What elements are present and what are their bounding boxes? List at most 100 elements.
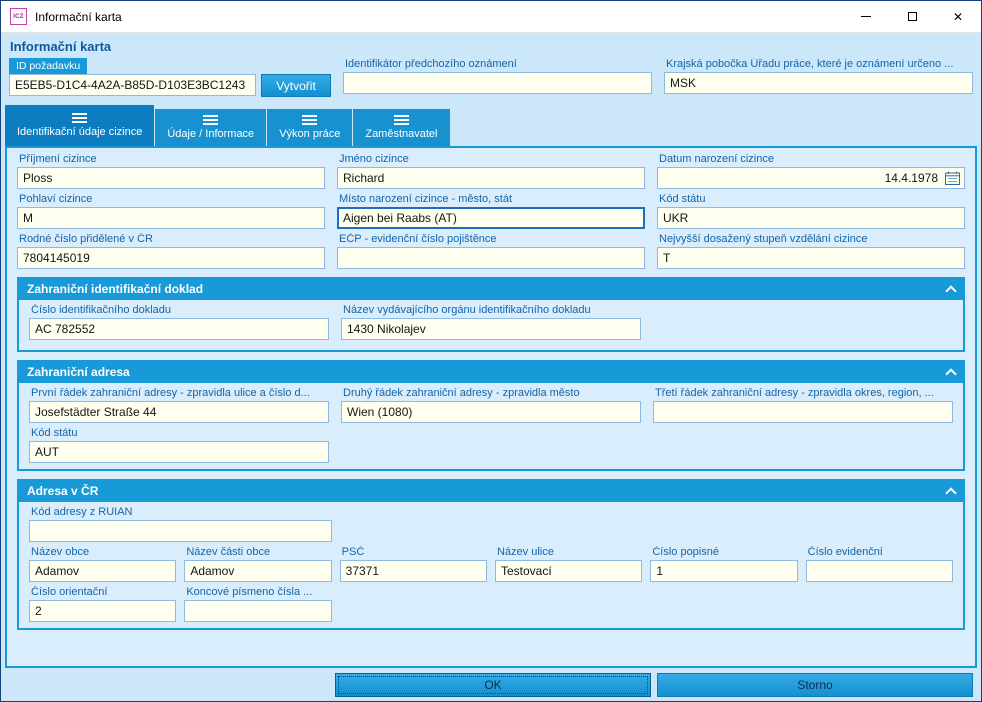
collapse-chevron-icon[interactable]: [945, 284, 957, 297]
pohlavi-field: Pohlaví cizince: [17, 193, 325, 229]
tab-content: Příjmení cizince Jméno cizince Datum nar…: [5, 146, 977, 668]
predchozi-oznameni-input[interactable]: [343, 72, 652, 94]
id-pozadavku-input[interactable]: [9, 74, 256, 96]
ulice-input[interactable]: [494, 560, 643, 582]
ruian-label: Kód adresy z RUIAN: [31, 506, 133, 518]
krajska-pobocka-input[interactable]: [664, 72, 973, 94]
psc-input[interactable]: [339, 560, 487, 582]
rodne-cislo-field: Rodné číslo přidělené v ČR: [17, 233, 325, 269]
adresa-radek1-label: První řádek zahraniční adresy - zpravidl…: [31, 387, 310, 399]
list-icon: [203, 115, 219, 125]
nazev-organu-field: Název vydávajícího orgánu identifikačníh…: [341, 304, 641, 340]
rodne-cislo-input[interactable]: [17, 247, 325, 269]
close-icon: ✕: [952, 9, 964, 24]
predchozi-oznameni-field: Identifikátor předchozího oznámení: [343, 58, 652, 97]
datum-narozeni-label: Datum narození cizince: [659, 153, 774, 165]
misto-narozeni-input[interactable]: [337, 207, 645, 229]
collapse-chevron-icon[interactable]: [945, 367, 957, 380]
ok-button[interactable]: OK: [335, 673, 651, 697]
cislo-popisne-input[interactable]: [650, 560, 798, 582]
tab-label: Výkon práce: [279, 128, 341, 140]
ecp-input[interactable]: [337, 247, 645, 269]
zahranicni-kod-statu-field: Kód státu: [29, 427, 329, 463]
koncove-pismeno-field: Koncové písmeno čísla ...: [184, 586, 332, 622]
form-row-3: Rodné číslo přidělené v ČR EČP - evidenč…: [17, 233, 965, 269]
page-title: Informační karta: [10, 39, 112, 54]
zahranicni-kod-statu-label: Kód státu: [31, 427, 78, 439]
cislo-orientacni-input[interactable]: [29, 600, 177, 622]
close-button[interactable]: ✕: [935, 1, 981, 32]
adresa-radek1-input[interactable]: [29, 401, 329, 423]
id-pozadavku-label: ID požadavku: [9, 58, 88, 74]
cast-obce-input[interactable]: [184, 560, 332, 582]
section-title: Zahraniční adresa: [27, 365, 130, 379]
prijmeni-field: Příjmení cizince: [17, 153, 325, 189]
vzdelani-input[interactable]: [657, 247, 965, 269]
calendar-icon[interactable]: [945, 171, 960, 185]
maximize-button[interactable]: [889, 1, 935, 32]
section-zahranicni-adresa: Zahraniční adresa První řádek zahraniční…: [17, 360, 965, 471]
datum-narozeni-input[interactable]: [657, 167, 965, 189]
footer-buttons: OK Storno: [5, 668, 977, 697]
ecp-field: EČP - evidenční číslo pojištěnce: [337, 233, 645, 269]
app-logo-text: ICZ: [13, 13, 24, 20]
pohlavi-label: Pohlaví cizince: [19, 193, 93, 205]
krajska-pobocka-label: Krajská pobočka Úřadu práce, které je oz…: [666, 58, 954, 70]
form-row-1: Příjmení cizince Jméno cizince Datum nar…: [17, 153, 965, 189]
tab-vykon-prace[interactable]: Výkon práce: [267, 109, 353, 146]
cislo-dokladu-input[interactable]: [29, 318, 329, 340]
id-pozadavku-group: ID požadavku Vytvořit: [9, 58, 331, 97]
vytvorit-button[interactable]: Vytvořit: [261, 74, 331, 97]
section-adresa-cr: Adresa v ČR Kód adresy z RUIAN Název obc…: [17, 479, 965, 630]
tab-label: Identifikační údaje cizince: [17, 126, 143, 138]
top-form-row: ID požadavku Vytvořit Identifikátor před…: [5, 57, 977, 103]
obec-field: Název obce: [29, 546, 177, 582]
jmeno-input[interactable]: [337, 167, 645, 189]
tab-udaje-informace[interactable]: Údaje / Informace: [155, 109, 267, 146]
obec-input[interactable]: [29, 560, 177, 582]
storno-button[interactable]: Storno: [657, 673, 973, 697]
ulice-label: Název ulice: [496, 546, 554, 558]
kod-statu-label: Kód státu: [659, 193, 706, 205]
koncove-pismeno-input[interactable]: [184, 600, 332, 622]
nazev-organu-label: Název vydávajícího orgánu identifikačníh…: [343, 304, 591, 316]
nazev-organu-input[interactable]: [341, 318, 641, 340]
adresa-radek2-input[interactable]: [341, 401, 641, 423]
pohlavi-input[interactable]: [17, 207, 325, 229]
adresa-radek3-input[interactable]: [653, 401, 953, 423]
cislo-evidencni-input[interactable]: [805, 560, 953, 582]
maximize-icon: [907, 12, 917, 21]
cislo-evidencni-label: Číslo evidenční: [807, 546, 883, 558]
section-title: Zahraniční identifikační doklad: [27, 282, 204, 296]
cislo-orientacni-field: Číslo orientační: [29, 586, 177, 622]
minimize-icon: [861, 16, 871, 17]
vzdelani-field: Nejvyšší dosažený stupeň vzdělání cizinc…: [657, 233, 965, 269]
tab-identifikacni-udaje-cizince[interactable]: Identifikační údaje cizince: [5, 105, 155, 146]
tab-zamestnavatel[interactable]: Zaměstnavatel: [353, 109, 450, 146]
cast-obce-label: Název části obce: [186, 546, 271, 558]
zahranicni-kod-statu-input[interactable]: [29, 441, 329, 463]
prijmeni-input[interactable]: [17, 167, 325, 189]
window: ICZ Informační karta ✕ Informační karta …: [0, 0, 982, 702]
datum-narozeni-field: Datum narození cizince: [657, 153, 965, 189]
section-body: První řádek zahraniční adresy - zpravidl…: [19, 383, 963, 469]
kod-statu-field: Kód státu: [657, 193, 965, 229]
adresa-radek1-field: První řádek zahraniční adresy - zpravidl…: [29, 387, 329, 423]
app-logo-icon: ICZ: [10, 8, 27, 25]
kod-statu-input[interactable]: [657, 207, 965, 229]
collapse-chevron-icon[interactable]: [945, 486, 957, 499]
rodne-cislo-label: Rodné číslo přidělené v ČR: [19, 233, 153, 245]
psc-label: PSČ: [341, 546, 365, 558]
krajska-pobocka-field: Krajská pobočka Úřadu práce, které je oz…: [664, 58, 973, 97]
prijmeni-label: Příjmení cizince: [19, 153, 97, 165]
cislo-popisne-field: Číslo popisné: [650, 546, 798, 582]
section-adresa-cr-header: Adresa v ČR: [19, 481, 963, 502]
ecp-label: EČP - evidenční číslo pojištěnce: [339, 233, 497, 245]
minimize-button[interactable]: [843, 1, 889, 32]
ruian-input[interactable]: [29, 520, 332, 542]
tab-label: Zaměstnavatel: [365, 128, 438, 140]
section-title: Adresa v ČR: [27, 484, 99, 498]
obec-label: Název obce: [31, 546, 90, 558]
titlebar: ICZ Informační karta ✕: [1, 1, 981, 33]
adresa-radek3-label: Třetí řádek zahraniční adresy - zpravidl…: [655, 387, 934, 399]
